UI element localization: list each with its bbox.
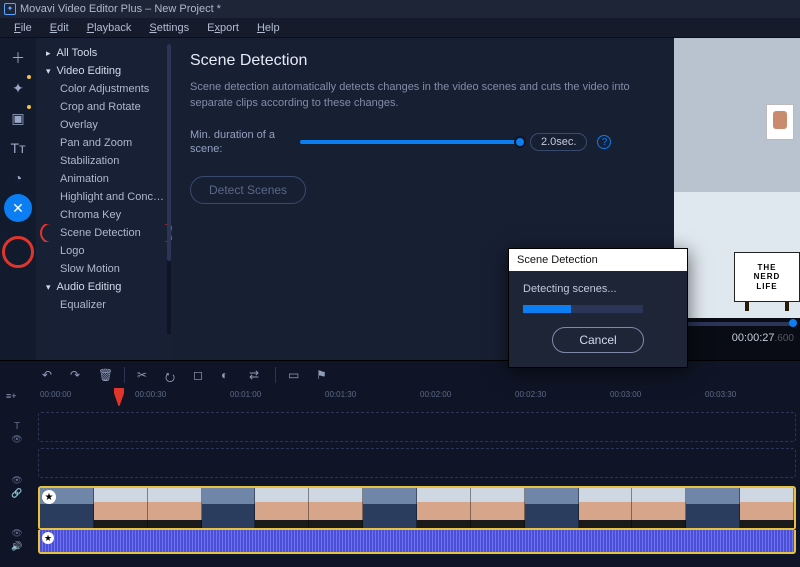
tool-item[interactable]: Stabilization — [36, 152, 172, 170]
titles-icon[interactable]: Tᴛ — [4, 134, 32, 162]
menubar: File Edit Playback Settings Export Help — [0, 18, 800, 38]
app-title: Movavi Video Editor Plus — [20, 3, 142, 15]
dialog-title: Scene Detection — [509, 249, 687, 271]
audio-clip[interactable]: ★ — [38, 530, 796, 554]
tool-item[interactable]: Slow Motion — [36, 260, 172, 278]
left-icon-rail: ＋✦▣Tᴛ◔✕ — [0, 38, 36, 360]
ruler-tick: 00:01:30 — [325, 390, 356, 406]
tool-item[interactable]: Equalizer — [36, 296, 172, 314]
overlay-track-label[interactable]: 👁🔗 — [0, 460, 34, 514]
ruler-tick: 00:03:00 — [610, 390, 641, 406]
tool-item[interactable]: Logo — [36, 242, 172, 260]
preview-timecode: 00:00:27.600 — [680, 332, 794, 344]
ruler-tick: 00:02:30 — [515, 390, 546, 406]
tools-audio-editing[interactable]: ▾Audio Editing — [36, 278, 172, 296]
ruler-tick: 00:00:30 — [135, 390, 166, 406]
transitions-icon[interactable]: ▣ — [4, 104, 32, 132]
title-track[interactable] — [38, 412, 796, 442]
filters-icon[interactable]: ✦ — [4, 74, 32, 102]
help-icon[interactable]: ? — [597, 135, 611, 149]
scene-detection-dialog: Scene Detection Detecting scenes... Canc… — [508, 248, 688, 368]
menu-playback[interactable]: Playback — [79, 20, 140, 36]
ruler-tick: 00:00:00 — [40, 390, 71, 406]
marker-icon[interactable]: ⚑ — [316, 368, 330, 382]
menu-file[interactable]: File — [6, 20, 40, 36]
tool-item[interactable]: Color Adjustments — [36, 80, 172, 98]
min-duration-slider[interactable] — [300, 140, 520, 144]
tools-all[interactable]: ▸All Tools — [36, 44, 172, 62]
titlebar: ✦ Movavi Video Editor Plus – New Project… — [0, 0, 800, 18]
tool-panel-scrollbar[interactable] — [167, 44, 171, 334]
add-media-icon[interactable]: ＋ — [4, 44, 32, 72]
menu-edit[interactable]: Edit — [42, 20, 77, 36]
tool-item[interactable]: Crop and Rotate — [36, 98, 172, 116]
preview-photo-prop — [766, 104, 794, 140]
ruler-tick: 00:02:00 — [420, 390, 451, 406]
tool-item[interactable]: Overlay — [36, 116, 172, 134]
timeline-ruler[interactable]: ≡+ 00:00:00 00:00:30 00:01:00 00:01:30 00:02… — [0, 388, 800, 406]
preview-sign-prop: THENERDLIFE — [734, 252, 800, 302]
rotate-icon[interactable]: ⭮ — [165, 368, 179, 382]
crop-icon[interactable]: ◻ — [193, 368, 207, 382]
menu-export[interactable]: Export — [199, 20, 247, 36]
tool-panel: ▸All Tools ▾Video Editing Color Adjustme… — [36, 38, 172, 360]
cancel-button[interactable]: Cancel — [552, 327, 643, 353]
min-duration-label: Min. duration of a scene: — [190, 128, 290, 157]
clip-properties-icon[interactable]: ⇄ — [249, 368, 263, 382]
dialog-message: Detecting scenes... — [523, 283, 673, 295]
preview-pane: THENERDLIFE 00:00:27.600 — [674, 38, 800, 360]
preview-frame: THENERDLIFE — [674, 38, 800, 318]
more-tools-icon[interactable]: ✕ — [4, 194, 32, 222]
title-track-label[interactable]: T👁 — [0, 406, 34, 460]
dialog-progress-bar — [523, 305, 643, 313]
split-icon[interactable]: ✂ — [137, 368, 151, 382]
video-clip[interactable]: ★ — [38, 486, 796, 530]
overlay-track[interactable] — [38, 448, 796, 478]
tools-video-editing[interactable]: ▾Video Editing — [36, 62, 172, 80]
tool-item[interactable]: Scene Detection — [36, 224, 172, 242]
ruler-tick: 00:01:00 — [230, 390, 261, 406]
stickers-icon[interactable]: ◔ — [4, 164, 32, 192]
timeline: T👁 👁🔗 👁🔊 ★ ★ — [0, 406, 800, 567]
tool-item[interactable]: Pan and Zoom — [36, 134, 172, 152]
app-logo-icon: ✦ — [4, 3, 16, 15]
playhead[interactable] — [114, 388, 124, 406]
undo-icon[interactable]: ↶ — [42, 368, 56, 382]
panel-description: Scene detection automatically detects ch… — [190, 80, 650, 112]
preview-seekbar[interactable] — [680, 322, 794, 326]
add-track-icon[interactable]: ≡+ — [6, 391, 17, 401]
tool-item[interactable]: Animation — [36, 170, 172, 188]
color-adjust-icon[interactable]: ◐ — [221, 368, 235, 382]
clip-effects-icon[interactable]: ★ — [42, 490, 56, 504]
panel-title: Scene Detection — [190, 52, 656, 70]
tool-item[interactable]: Chroma Key — [36, 206, 172, 224]
record-icon[interactable]: ▭ — [288, 368, 302, 382]
project-title: New Project * — [154, 3, 221, 15]
audio-effects-icon[interactable]: ★ — [42, 532, 54, 544]
video-track-label[interactable]: 👁🔊 — [0, 513, 34, 567]
detect-scenes-button[interactable]: Detect Scenes — [190, 176, 306, 204]
ruler-tick: 00:03:30 — [705, 390, 736, 406]
min-duration-value[interactable]: 2.0sec. — [530, 133, 587, 151]
delete-icon[interactable]: 🗑 — [98, 368, 112, 382]
redo-icon[interactable]: ↷ — [70, 368, 84, 382]
menu-help[interactable]: Help — [249, 20, 288, 36]
menu-settings[interactable]: Settings — [141, 20, 197, 36]
tool-item[interactable]: Highlight and Conc… — [36, 188, 172, 206]
